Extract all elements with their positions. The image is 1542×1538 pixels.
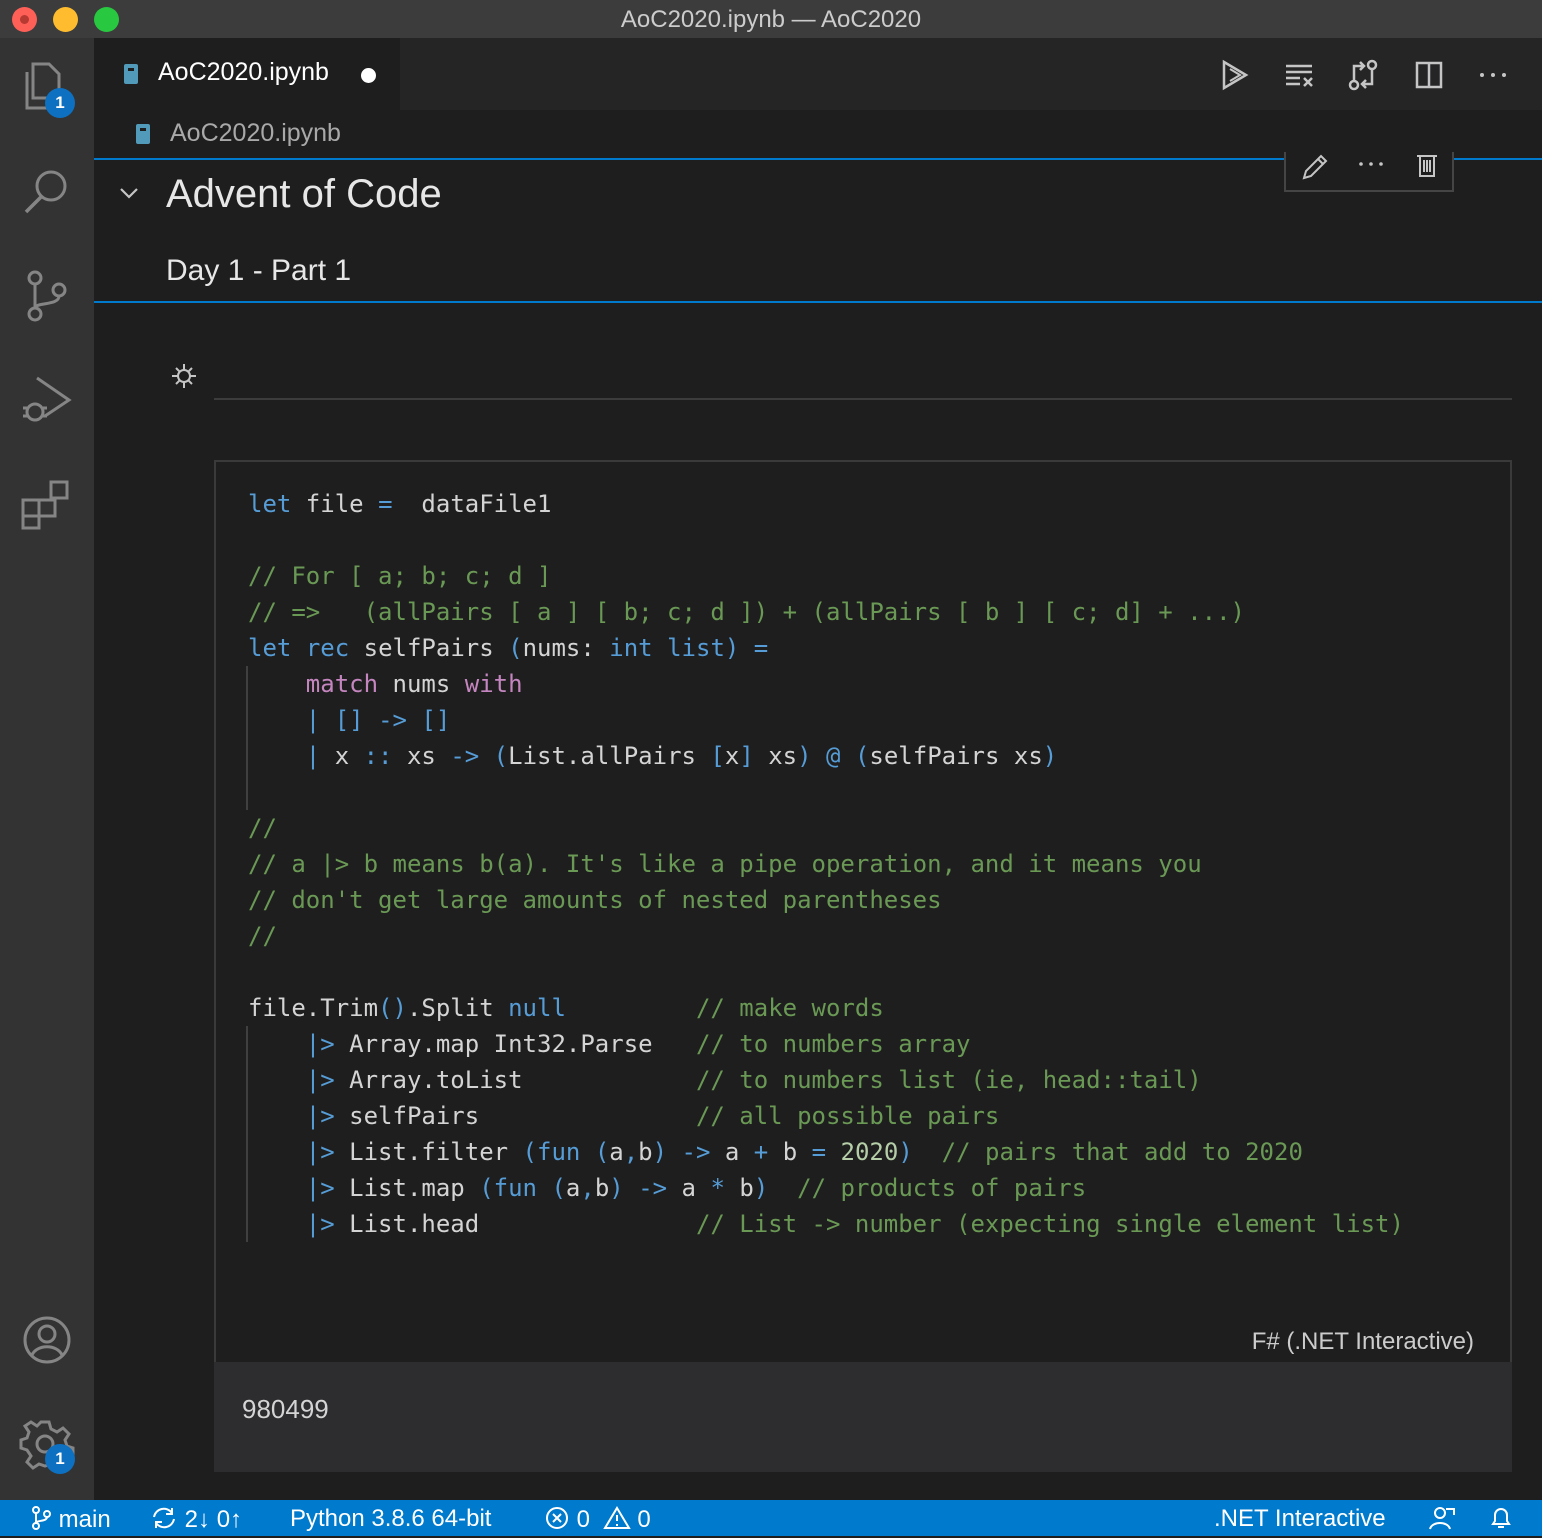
source-control-icon[interactable] bbox=[17, 266, 77, 326]
notebook-file-icon bbox=[136, 124, 150, 144]
empty-cell-divider bbox=[214, 398, 1512, 400]
code-line: file.Trim().Split null // make words bbox=[248, 994, 884, 1022]
tab-aoc2020[interactable]: AoC2020.ipynb bbox=[94, 38, 400, 110]
code-cell-editor[interactable]: let file = dataFile1 // For [ a; b; c; d… bbox=[214, 460, 1512, 1364]
kernel-status[interactable]: .NET Interactive bbox=[1214, 1505, 1386, 1533]
python-interpreter[interactable]: Python 3.8.6 64-bit bbox=[290, 1505, 491, 1533]
code-line: match nums with bbox=[305, 670, 523, 698]
code-line: // For [ a; b; c; d ] bbox=[248, 562, 552, 590]
window-title: AoC2020.ipynb — AoC2020 bbox=[620, 6, 922, 33]
cell-focus-border bbox=[94, 301, 1542, 303]
split-editor-icon[interactable] bbox=[1412, 58, 1446, 92]
sync-counts: 2↓ 0↑ bbox=[184, 1506, 243, 1533]
editor-tab-bar: AoC2020.ipynb bbox=[94, 38, 1542, 110]
cell-language-label[interactable]: F# (.NET Interactive) bbox=[1252, 1328, 1474, 1356]
status-bar: main 2↓ 0↑ Python 3.8.6 64-bit 0 0 .NET … bbox=[0, 1500, 1542, 1536]
code-line: |> selfPairs // all possible pairs bbox=[305, 1102, 1000, 1130]
code-line: |> List.map (fun (a,b) -> a * b) // prod… bbox=[305, 1174, 1087, 1202]
sync-status[interactable]: 2↓ 0↑ bbox=[150, 1505, 242, 1534]
clear-outputs-icon[interactable] bbox=[1282, 58, 1316, 92]
extensions-icon[interactable] bbox=[17, 474, 77, 534]
sync-icon bbox=[153, 1507, 175, 1529]
settings-gear-icon[interactable]: 1 bbox=[17, 1414, 77, 1474]
run-all-icon[interactable] bbox=[1218, 58, 1252, 92]
problems-status[interactable]: 0 0 bbox=[544, 1505, 651, 1534]
branch-name: main bbox=[58, 1506, 111, 1533]
cell-toolbar bbox=[1284, 152, 1454, 192]
warning-count: 0 bbox=[637, 1506, 651, 1533]
cell-output: 980499 bbox=[214, 1362, 1512, 1472]
edit-pencil-icon[interactable] bbox=[1300, 152, 1330, 182]
code-line: let file = dataFile1 bbox=[248, 490, 552, 518]
code-line: // don't get large amounts of nested par… bbox=[248, 886, 942, 914]
unsaved-dot-icon[interactable] bbox=[361, 68, 376, 83]
code-line: // bbox=[248, 922, 277, 950]
branch-status[interactable]: main bbox=[30, 1505, 111, 1534]
search-icon[interactable] bbox=[17, 162, 77, 222]
delete-trash-icon[interactable] bbox=[1412, 152, 1442, 182]
markdown-heading: Advent of Code bbox=[166, 172, 442, 216]
code-line: |> List.filter (fun (a,b) -> a + b = 202… bbox=[305, 1138, 1303, 1166]
code-line: | x :: xs -> (List.allPairs [x] xs) @ (s… bbox=[305, 742, 1058, 770]
code-line: |> Array.map Int32.Parse // to numbers a… bbox=[305, 1030, 971, 1058]
cell-more-icon[interactable] bbox=[1356, 152, 1386, 182]
git-branch-icon bbox=[32, 1506, 51, 1530]
explorer-badge: 1 bbox=[45, 88, 75, 118]
collapse-chevron-icon[interactable] bbox=[118, 182, 140, 204]
compare-changes-icon[interactable] bbox=[1346, 58, 1380, 92]
explorer-icon[interactable]: 1 bbox=[17, 58, 77, 118]
breadcrumb[interactable]: AoC2020.ipynb bbox=[94, 110, 1542, 158]
cell-status-icon[interactable] bbox=[170, 362, 198, 390]
code-content[interactable]: let file = dataFile1 // For [ a; b; c; d… bbox=[248, 486, 1404, 1242]
error-count: 0 bbox=[576, 1506, 591, 1533]
code-line: | [] -> [] bbox=[305, 706, 451, 734]
tab-label: AoC2020.ipynb bbox=[158, 58, 329, 86]
output-value: 980499 bbox=[242, 1394, 329, 1424]
code-line: |> Array.toList // to numbers list (ie, … bbox=[305, 1066, 1202, 1094]
settings-badge: 1 bbox=[45, 1444, 75, 1474]
code-line: // bbox=[248, 814, 277, 842]
feedback-icon[interactable] bbox=[1428, 1505, 1456, 1538]
code-line: // => (allPairs [ a ] [ b; c; d ]) + (al… bbox=[248, 598, 1245, 626]
breadcrumb-label[interactable]: AoC2020.ipynb bbox=[170, 119, 341, 148]
warning-icon bbox=[602, 1506, 631, 1529]
more-actions-icon[interactable] bbox=[1476, 58, 1510, 92]
code-line: |> List.head // List -> number (expectin… bbox=[305, 1210, 1404, 1238]
run-debug-icon[interactable] bbox=[17, 370, 77, 430]
title-bar: AoC2020.ipynb — AoC2020 bbox=[0, 0, 1542, 38]
code-line: let rec selfPairs (nums: int list) = bbox=[248, 634, 769, 662]
markdown-subheading: Day 1 - Part 1 bbox=[166, 254, 352, 287]
code-line: // a |> b means b(a). It's like a pipe o… bbox=[248, 850, 1202, 878]
error-icon bbox=[546, 1507, 568, 1529]
activity-bar: 1 1 bbox=[0, 38, 94, 1500]
notifications-bell-icon[interactable] bbox=[1488, 1505, 1514, 1538]
account-icon[interactable] bbox=[17, 1310, 77, 1370]
notebook-file-icon bbox=[124, 64, 138, 84]
